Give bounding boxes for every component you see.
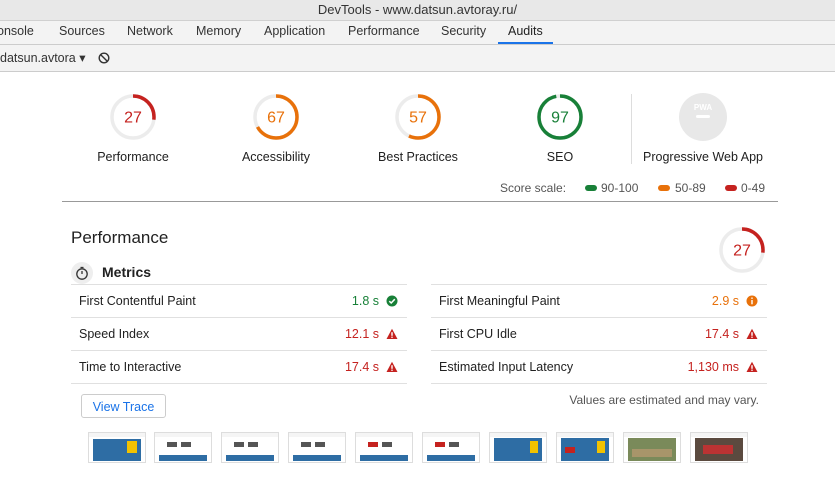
metric-value: 1,130 ms xyxy=(687,360,739,374)
metric-row: Time to Interactive 17.4 s xyxy=(71,351,407,383)
filmstrip-thumbnail xyxy=(489,432,547,463)
fail-warning-icon xyxy=(746,361,758,372)
filmstrip-thumbnail xyxy=(422,432,480,463)
filmstrip-thumbnail xyxy=(623,432,681,463)
scale-green-dot xyxy=(585,185,597,191)
metric-row: Estimated Input Latency 1,130 ms xyxy=(431,351,767,383)
metric-value: 17.4 s xyxy=(704,327,739,341)
pass-check-icon xyxy=(386,295,398,307)
gauge-performance[interactable]: 27 xyxy=(109,93,157,141)
tab-security[interactable]: Security xyxy=(441,21,486,44)
score-gauge-icon: 27 xyxy=(719,227,765,273)
window-title: DevTools - www.datsun.avtoray.ru/ xyxy=(0,0,835,21)
metric-name: First CPU Idle xyxy=(439,327,517,341)
metric-name: Speed Index xyxy=(79,327,150,341)
tab-network[interactable]: Network xyxy=(127,21,173,44)
gauge-label-performance: Performance xyxy=(97,150,169,164)
score-scale-label: Score scale: xyxy=(500,181,567,195)
gauge-pwa[interactable]: PWA xyxy=(679,93,727,141)
metric-value: 17.4 s xyxy=(344,360,379,374)
svg-text:27: 27 xyxy=(733,243,751,260)
tab-audits[interactable]: Audits xyxy=(498,21,553,44)
performance-score-gauge: 27 xyxy=(718,226,766,279)
section-divider xyxy=(62,201,778,202)
estimate-note: Values are estimated and may vary. xyxy=(569,393,759,407)
metric-name: Time to Interactive xyxy=(79,360,182,374)
scale-orange-dot xyxy=(658,185,670,191)
metric-name: First Meaningful Paint xyxy=(439,294,560,308)
tab-sources[interactable]: Sources xyxy=(59,21,105,44)
row-divider xyxy=(71,383,407,384)
scale-red-dot xyxy=(725,185,737,191)
tab-memory[interactable]: Memory xyxy=(196,21,241,44)
row-divider xyxy=(431,383,767,384)
svg-text:67: 67 xyxy=(267,110,285,127)
metric-row: First Meaningful Paint 2.9 s xyxy=(431,285,767,317)
metric-row: Speed Index 12.1 s xyxy=(71,318,407,350)
tab-application[interactable]: Application xyxy=(264,21,325,44)
filmstrip-thumbnail xyxy=(355,432,413,463)
section-title-performance: Performance xyxy=(71,228,169,247)
devtools-tabbar: onsole Sources Network Memory Applicatio… xyxy=(0,21,835,45)
filmstrip-thumbnail xyxy=(556,432,614,463)
audits-toolbar: datsun.avtora ▾ xyxy=(0,45,835,72)
fail-warning-icon xyxy=(746,328,758,339)
scale-range-high: 90-100 xyxy=(601,181,639,195)
score-gauge-icon: 57 xyxy=(395,94,441,140)
fail-warning-icon xyxy=(386,361,398,372)
gauge-seo[interactable]: 97 xyxy=(536,93,584,141)
svg-text:57: 57 xyxy=(409,110,427,127)
scale-range-low: 0-49 xyxy=(741,181,766,195)
filmstrip-thumbnail xyxy=(288,432,346,463)
metric-row: First Contentful Paint 1.8 s xyxy=(71,285,407,317)
filmstrip-thumbnail xyxy=(221,432,279,463)
tab-console[interactable]: onsole xyxy=(0,21,34,44)
metric-name: Estimated Input Latency xyxy=(439,360,574,374)
average-info-icon xyxy=(746,295,758,307)
score-gauge-icon: 67 xyxy=(253,94,299,140)
score-gauge-icon: 27 xyxy=(110,94,156,140)
metric-name: First Contentful Paint xyxy=(79,294,196,308)
gauge-label-best-practices: Best Practices xyxy=(378,150,458,164)
gauge-label-accessibility: Accessibility xyxy=(241,150,311,164)
svg-text:27: 27 xyxy=(124,110,142,127)
pwa-badge-icon: PWA xyxy=(679,93,727,141)
gauge-label-pwa: Progressive Web App xyxy=(643,150,763,164)
filmstrip-thumbnail xyxy=(690,432,748,463)
gauge-label-seo: SEO xyxy=(546,150,574,164)
metric-row: First CPU Idle 17.4 s xyxy=(431,318,767,350)
metrics-heading: Metrics xyxy=(102,264,152,280)
metric-value: 2.9 s xyxy=(711,294,739,308)
scale-range-mid: 50-89 xyxy=(675,181,706,195)
gauge-divider xyxy=(631,94,632,164)
view-trace-button[interactable]: View Trace xyxy=(81,394,166,418)
stopwatch-icon xyxy=(71,262,93,284)
svg-text:PWA: PWA xyxy=(694,103,712,112)
fail-warning-icon xyxy=(386,328,398,339)
metric-value: 1.8 s xyxy=(351,294,379,308)
metric-value: 12.1 s xyxy=(344,327,379,341)
target-url-select[interactable]: datsun.avtora ▾ xyxy=(0,45,86,71)
tab-performance[interactable]: Performance xyxy=(348,21,420,44)
svg-text:97: 97 xyxy=(551,110,569,127)
filmstrip-thumbnail xyxy=(88,432,146,463)
score-gauge-icon: 97 xyxy=(537,94,583,140)
clear-block-icon[interactable] xyxy=(98,52,110,64)
gauge-accessibility[interactable]: 67 xyxy=(252,93,300,141)
filmstrip-thumbnail xyxy=(154,432,212,463)
gauge-best-practices[interactable]: 57 xyxy=(394,93,442,141)
